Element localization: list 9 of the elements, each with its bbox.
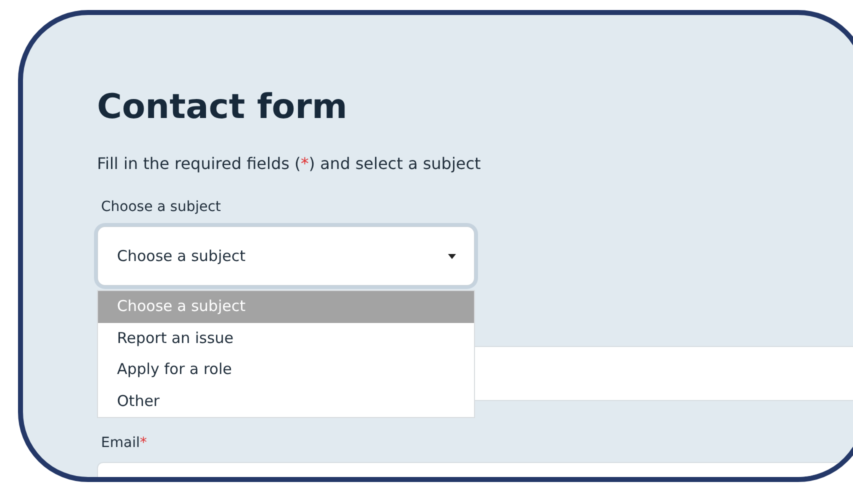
dropdown-option[interactable]: Apply for a role: [98, 354, 474, 386]
field-label: Choose a subject: [101, 198, 222, 216]
caret-icon: [448, 254, 456, 258]
dropdown-option[interactable]: Report an issue: [98, 322, 474, 354]
subject-dropdown[interactable]: Choose a subject: [97, 226, 475, 286]
dropdown-option[interactable]: Other: [98, 386, 474, 417]
instructions-text: Fill in the required fields (*) and select a subject: [97, 154, 482, 174]
field-label: Email*: [101, 434, 148, 452]
page-title: Contact form: [97, 86, 348, 129]
